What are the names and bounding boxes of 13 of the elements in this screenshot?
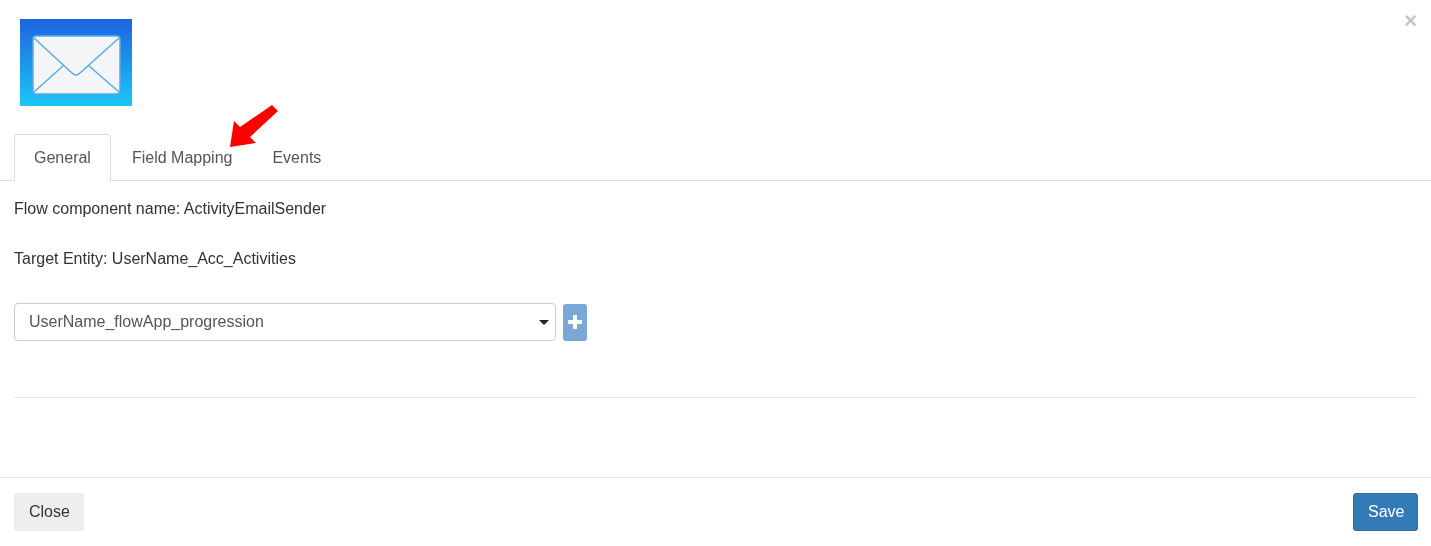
mail-icon	[20, 19, 132, 106]
info-text: Flow component name: ActivityEmailSender	[14, 201, 328, 219]
entity-dropdown[interactable]: UserName_flowApp_progression	[14, 303, 556, 341]
caret-icon	[539, 319, 549, 325]
close-button[interactable]: Close	[14, 493, 84, 531]
save-button[interactable]: Save	[1353, 493, 1418, 531]
info-text: Target Entity: UserName_Acc_Activities	[14, 251, 297, 269]
arrow-annotation	[228, 103, 278, 149]
tab[interactable]: General	[14, 134, 111, 181]
add-button[interactable]	[563, 303, 587, 341]
plus-icon	[568, 315, 582, 329]
tab[interactable]: Events	[251, 134, 341, 181]
tab[interactable]: Field Mapping	[110, 134, 252, 181]
